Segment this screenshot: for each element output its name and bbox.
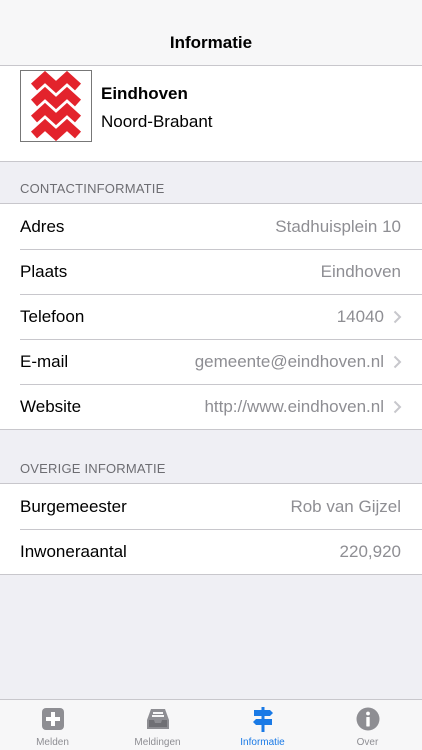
tab-informatie-label: Informatie [240, 737, 285, 748]
contact-section-header: CONTACTINFORMATIE [20, 181, 165, 196]
inbox-tray-icon [146, 709, 169, 729]
signpost-icon [252, 707, 273, 732]
website-label: Website [20, 396, 82, 416]
tab-meldingen[interactable]: Meldingen [105, 700, 210, 750]
address-value: Stadhuisplein 10 [275, 216, 401, 236]
other-section-header: OVERIGE INFORMATIE [20, 461, 166, 476]
info-circle-icon [356, 707, 379, 731]
mayor-row: Burgemeester Rob van Gijzel [0, 484, 422, 529]
tab-meldingen-label: Meldingen [134, 737, 181, 748]
tab-bar: Melden Meldingen Informatie Over [0, 699, 422, 750]
phone-row[interactable]: Telefoon 14040 [0, 294, 422, 339]
tab-melden-label: Melden [36, 737, 69, 748]
mayor-value: Rob van Gijzel [290, 496, 401, 516]
other-info-group: Burgemeester Rob van Gijzel Inwoneraanta… [0, 483, 422, 575]
email-row[interactable]: E-mail gemeente@eindhoven.nl [0, 339, 422, 384]
tab-over[interactable]: Over [315, 700, 420, 750]
mayor-label: Burgemeester [20, 496, 127, 516]
address-row: Adres Stadhuisplein 10 [0, 204, 422, 249]
email-value: gemeente@eindhoven.nl [194, 351, 384, 371]
city-value: Eindhoven [320, 261, 401, 281]
navigation-bar: Informatie [0, 0, 422, 66]
tab-melden[interactable]: Melden [0, 700, 105, 750]
phone-value: 14040 [336, 306, 384, 326]
municipality-header: Eindhoven Noord-Brabant [0, 66, 422, 162]
page-title: Informatie [169, 33, 253, 52]
tab-informatie[interactable]: Informatie [210, 700, 315, 750]
website-value: http://www.eindhoven.nl [204, 396, 384, 416]
city-row: Plaats Eindhoven [0, 249, 422, 294]
contact-info-group: Adres Stadhuisplein 10 Plaats Eindhoven … [0, 203, 422, 430]
city-name: Eindhoven [101, 84, 188, 103]
chevron-right-icon [393, 310, 402, 323]
address-label: Adres [20, 216, 65, 236]
population-label: Inwoneraantal [20, 541, 127, 561]
city-label: Plaats [20, 261, 68, 281]
plus-box-icon [41, 708, 64, 730]
city-coat-of-arms-icon [20, 70, 92, 142]
phone-label: Telefoon [20, 306, 85, 326]
website-row[interactable]: Website http://www.eindhoven.nl [0, 384, 422, 429]
chevron-right-icon [393, 400, 402, 413]
tab-over-label: Over [356, 737, 379, 748]
chevron-right-icon [393, 355, 402, 368]
province-name: Noord-Brabant [101, 112, 213, 131]
population-value: 220,920 [339, 541, 401, 561]
population-row: Inwoneraantal 220,920 [0, 529, 422, 574]
email-label: E-mail [20, 351, 69, 371]
